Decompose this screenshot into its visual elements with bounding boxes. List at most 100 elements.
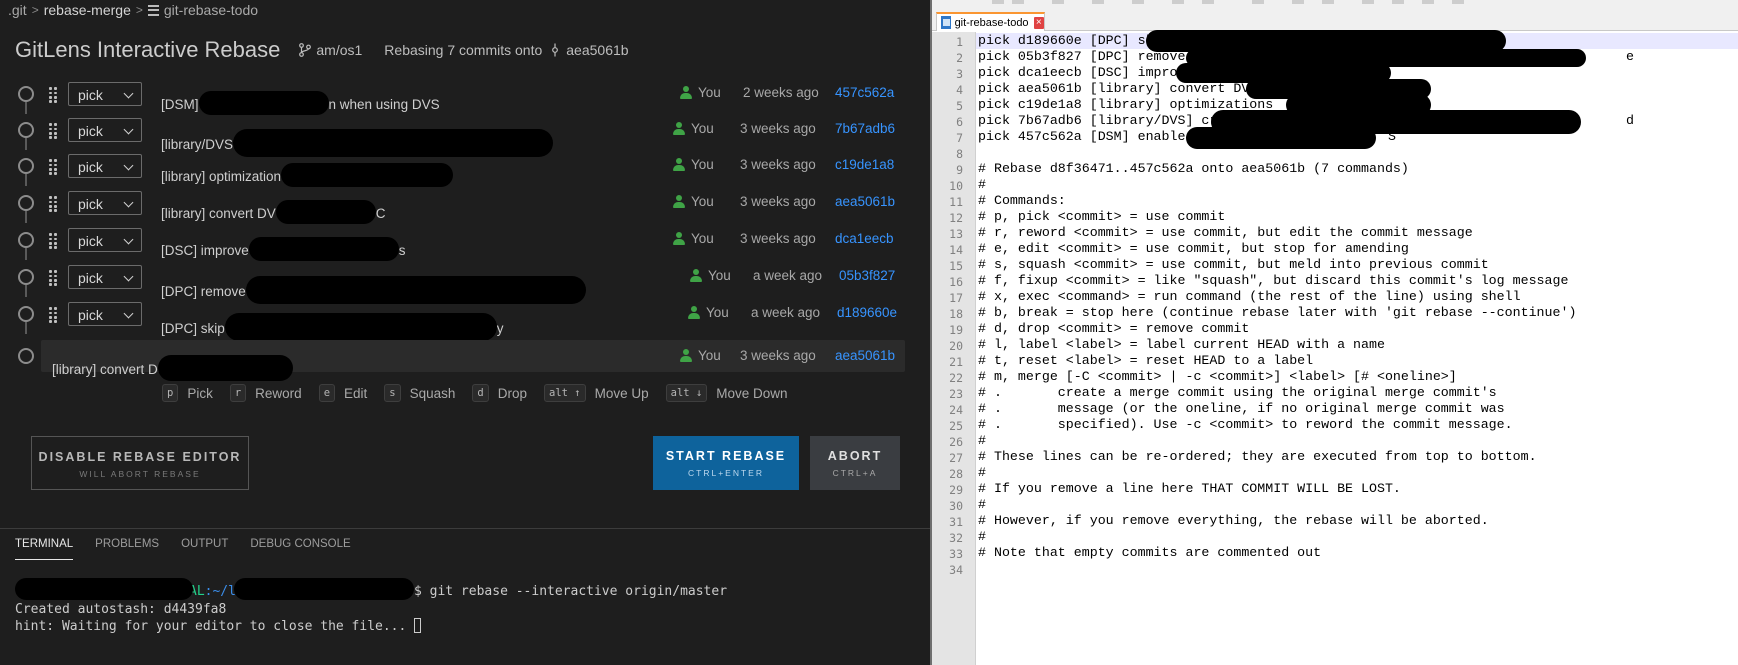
gitlens-rebase-editor: .git > rebase-merge > git-rebase-todo Gi…: [0, 0, 930, 665]
button-label: DISABLE REBASE EDITOR: [38, 450, 242, 464]
code-text-tail: d: [1626, 113, 1634, 128]
toolbar-icon[interactable]: [1012, 0, 1024, 4]
commit-message: [DPC] remove: [161, 268, 586, 304]
commit-row[interactable]: pick [DSC] improve s You 3 weeks ago dca1…: [15, 223, 905, 261]
commit-node-icon: [18, 86, 34, 102]
action-select[interactable]: pick: [68, 191, 142, 215]
toolbar-icon[interactable]: [1202, 0, 1214, 4]
breadcrumb: .git > rebase-merge > git-rebase-todo: [8, 0, 258, 20]
commit-row[interactable]: pick [library] optimization You 3 weeks …: [15, 149, 905, 187]
commit-sha[interactable]: aea5061b: [835, 348, 895, 363]
code-text: pick 457c562a [DSM] enable: [978, 129, 1186, 144]
abort-button[interactable]: ABORT CTRL+A: [810, 436, 900, 490]
file-tab[interactable]: git-rebase-todo ×: [936, 12, 1045, 31]
breadcrumb-item-file[interactable]: git-rebase-todo: [164, 2, 258, 18]
drag-handle-icon[interactable]: [49, 195, 59, 212]
commit-sha[interactable]: dca1eecb: [835, 231, 894, 246]
toolbar-icon[interactable]: [1322, 0, 1334, 4]
code-text: # These lines can be re-ordered; they ar…: [978, 449, 1537, 464]
toolbar-icon[interactable]: [1452, 0, 1464, 4]
code-line: # x, exec <command> = run command (the r…: [976, 289, 1738, 305]
chevron-down-icon: [123, 234, 134, 245]
author-name: You: [698, 85, 721, 100]
terminal-output[interactable]: AL:~/l $ git rebase --interactive origin/…: [15, 573, 727, 636]
action-select[interactable]: pick: [68, 228, 142, 252]
disable-rebase-editor-button[interactable]: DISABLE REBASE EDITOR WILL ABORT REBASE: [31, 436, 249, 490]
terminal-line: hint: Waiting for your editor to close t…: [15, 618, 727, 636]
code-text: # r, reword <commit> = use commit, but e…: [978, 225, 1473, 240]
onto-sha[interactable]: aea5061b: [566, 42, 628, 58]
line-number: 34: [949, 563, 963, 577]
breadcrumb-item-rebase-merge[interactable]: rebase-merge: [44, 2, 131, 18]
commit-sha[interactable]: c19de1a8: [835, 157, 894, 172]
tab-terminal[interactable]: TERMINAL: [15, 538, 74, 560]
line-number: 21: [949, 355, 963, 369]
redaction: [15, 578, 193, 600]
chevron-right-icon: >: [135, 3, 143, 17]
toolbar-icon[interactable]: [1172, 0, 1184, 4]
code-text: #: [978, 177, 986, 192]
terminal-line: AL:~/l $ git rebase --interactive origin/…: [15, 573, 727, 601]
rebase-header: GitLens Interactive Rebase am/os1 Rebasi…: [15, 36, 629, 64]
line-number: 23: [949, 387, 963, 401]
toolbar-icon[interactable]: [1422, 0, 1434, 4]
commit-node-icon: [18, 195, 34, 211]
commit-row[interactable]: pick [DSM] n when using DVS You 2 weeks a…: [15, 77, 905, 115]
commit-row[interactable]: pick [library/DVS You 3 weeks ago 7b67ad…: [15, 113, 905, 157]
drag-handle-icon[interactable]: [49, 86, 59, 103]
toolbar-icon[interactable]: [1292, 0, 1304, 4]
tab-output[interactable]: OUTPUT: [181, 538, 228, 560]
shortcut-label: Edit: [344, 385, 368, 401]
code-line: # p, pick <commit> = use commit: [976, 209, 1738, 225]
breadcrumb-item-git[interactable]: .git: [8, 2, 27, 18]
toolbar-icon[interactable]: [992, 0, 1004, 4]
toolbar-icon[interactable]: [1392, 0, 1404, 4]
commit-message: [library] optimization: [161, 157, 454, 187]
commit-node-icon: [18, 306, 34, 322]
drag-handle-icon[interactable]: [49, 269, 59, 286]
drag-handle-icon[interactable]: [49, 232, 59, 249]
commit-sha[interactable]: 7b67adb6: [835, 121, 895, 136]
action-select[interactable]: pick: [68, 118, 142, 142]
start-rebase-button[interactable]: START REBASE CTRL+ENTER: [653, 436, 799, 490]
git-commit-icon: [548, 43, 562, 57]
redaction: [275, 200, 376, 224]
branch-name: am/os1: [316, 42, 363, 58]
toolbar-icon[interactable]: [1362, 0, 1374, 4]
code-text: # b, break = stop here (continue rebase …: [978, 305, 1577, 320]
tab-debug-console[interactable]: DEBUG CONSOLE: [250, 538, 350, 560]
action-select[interactable]: pick: [68, 302, 142, 326]
drag-handle-icon[interactable]: [49, 158, 59, 175]
commit-sha[interactable]: aea5061b: [835, 194, 895, 209]
commit-sha[interactable]: d189660e: [837, 305, 897, 320]
drag-handle-icon[interactable]: [49, 306, 59, 323]
toolbar-icon[interactable]: [1252, 0, 1264, 4]
action-value: pick: [78, 196, 103, 212]
action-select[interactable]: pick: [68, 154, 142, 178]
tab-problems[interactable]: PROBLEMS: [95, 538, 159, 560]
toolbar-icon[interactable]: [1132, 0, 1144, 4]
action-select[interactable]: pick: [68, 82, 142, 106]
code-text: # Note that empty commits are commented …: [978, 545, 1322, 560]
action-select[interactable]: pick: [68, 265, 142, 289]
tab-bar: git-rebase-todo ×: [932, 8, 1738, 31]
close-icon[interactable]: ×: [1033, 16, 1044, 29]
text-editor[interactable]: pick d189660e [DPC] skip pick 05b3f827 [D…: [976, 30, 1738, 665]
commit-row[interactable]: pick [library] convert DV C You 3 weeks a…: [15, 186, 905, 224]
page-title: GitLens Interactive Rebase: [15, 37, 281, 62]
shortcut-label: Reword: [255, 385, 302, 401]
code-text: #: [978, 433, 986, 448]
toolbar-icon[interactable]: [1092, 0, 1104, 4]
toolbar-icon[interactable]: [1052, 0, 1064, 4]
code-text-tail: S: [1388, 129, 1396, 144]
commit-row[interactable]: pick [DPC] skip y You a week ago d189660e: [15, 297, 905, 341]
commit-message: [DSC] improve s: [161, 231, 406, 261]
author-name: You: [698, 348, 721, 363]
commit-sha[interactable]: 05b3f827: [839, 268, 895, 283]
commit-sha[interactable]: 457c562a: [835, 85, 894, 100]
drag-handle-icon[interactable]: [49, 122, 59, 139]
commit-row[interactable]: pick [DPC] remove You a week ago 05b3f82…: [15, 260, 905, 304]
terminal-command: git rebase --interactive origin/master: [421, 584, 728, 599]
action-value: pick: [78, 307, 103, 323]
file-tab-label: git-rebase-todo: [954, 16, 1029, 29]
